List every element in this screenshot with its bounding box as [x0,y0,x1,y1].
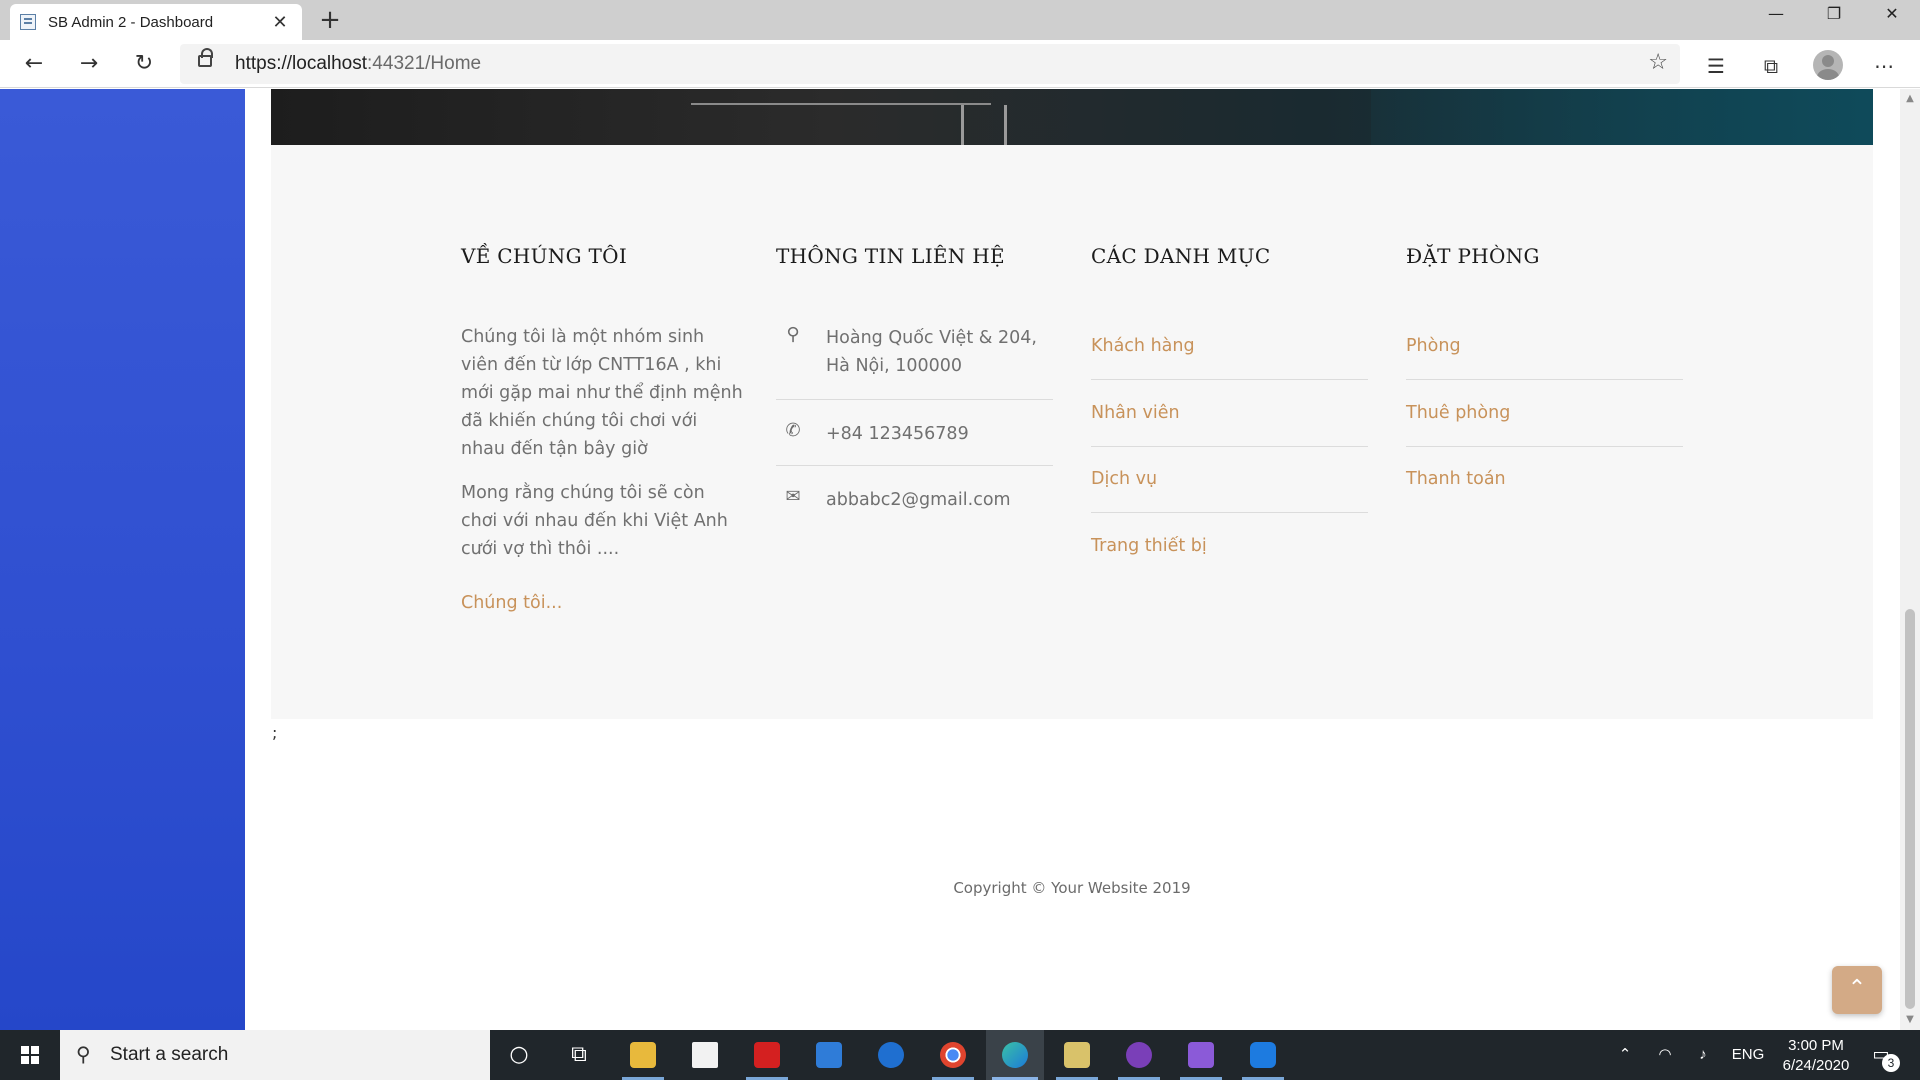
show-hidden-icons-chevron-icon[interactable]: ⌃ [1610,1030,1640,1080]
network-icon[interactable]: ◠ [1650,1030,1680,1080]
cortana-icon[interactable]: ○ [490,1030,548,1080]
booking-heading: ĐẶT PHÒNG [1406,244,1540,268]
map-marker-icon: ⚲ [786,324,800,345]
minimize-button[interactable]: — [1748,0,1804,30]
contact-phone: +84 123456789 [826,424,969,444]
more-menu-icon[interactable]: ⋯ [1866,48,1902,84]
about-paragraph-2: Mong rằng chúng tôi sẽ còn chơi với nhau… [461,483,728,559]
contact-email-row: ✉ abbabc2@gmail.com [776,466,1053,532]
contact-phone-row: ✆ +84 123456789 [776,400,1053,466]
category-item-nhan-vien[interactable]: Nhân viên [1091,381,1368,447]
browser-tab-strip: SB Admin 2 - Dashboard ✕ + — ❐ ✕ [0,0,1920,40]
taskbar-search-box[interactable]: ⚲ Start a search [60,1030,490,1080]
booking-item-thanh-toan[interactable]: Thanh toán [1406,447,1683,513]
browser-tab[interactable]: SB Admin 2 - Dashboard ✕ [10,4,302,40]
sidebar [0,89,245,1030]
notification-count-badge: 3 [1882,1054,1900,1072]
windows-taskbar: ⚲ Start a search ○ ⧉ ⌃ ◠ ♪ ENG 3:00 PM 6… [0,1030,1920,1080]
scroll-to-top-button[interactable]: ⌃ [1832,966,1882,1014]
booking-item-phong[interactable]: Phòng [1406,314,1683,380]
mail-icon[interactable] [800,1030,858,1080]
about-heading: VỀ CHÚNG TÔI [461,244,628,268]
about-more-link[interactable]: Chúng tôi... [461,593,562,613]
copyright-text: Copyright © Your Website 2019 [953,879,1191,897]
visual-studio-icon[interactable] [1172,1030,1230,1080]
page-favicon-icon [20,14,36,30]
forward-button[interactable]: → [71,46,107,82]
action-center-icon[interactable]: ▭ 3 [1866,1040,1900,1072]
page-viewport: VỀ CHÚNG TÔI Chúng tôi là một nhóm sinh … [0,89,1900,1030]
volume-icon[interactable]: ♪ [1688,1030,1718,1080]
category-item-trang-thiet-bi[interactable]: Trang thiết bị [1091,514,1368,580]
task-view-icon[interactable]: ⧉ [550,1030,608,1080]
hero-pool-decoration [1371,89,1873,145]
category-item-dich-vu[interactable]: Dịch vụ [1091,447,1368,513]
hero-railing-decoration [691,103,1007,145]
snipping-tool-icon[interactable] [1048,1030,1106,1080]
new-tab-button[interactable]: + [314,4,346,36]
maps-icon[interactable] [862,1030,920,1080]
refresh-button[interactable]: ↻ [126,46,162,82]
close-window-button[interactable]: ✕ [1864,0,1920,30]
categories-heading: CÁC DANH MỤC [1091,244,1271,268]
site-footer: VỀ CHÚNG TÔI Chúng tôi là một nhóm sinh … [271,145,1873,719]
windows-logo-icon [21,1046,39,1064]
scroll-down-arrow-icon[interactable]: ▼ [1900,1010,1920,1030]
taskbar-clock[interactable]: 3:00 PM 6/24/2020 [1766,1036,1866,1076]
edge-icon[interactable] [986,1030,1044,1080]
url-text[interactable]: https://localhost:44321/Home [235,53,481,75]
scrollbar-thumb[interactable] [1905,609,1915,1009]
collections-icon[interactable]: ⧉ [1753,48,1789,84]
github-desktop-icon[interactable] [1110,1030,1168,1080]
contact-heading: THÔNG TIN LIÊN HỆ [776,244,1005,268]
category-item-khach-hang[interactable]: Khách hàng [1091,314,1368,380]
booking-item-thue-phong[interactable]: Thuê phòng [1406,381,1683,447]
contact-address: Hoàng Quốc Việt & 204, Hà Nội, 100000 [826,328,1037,376]
chrome-icon[interactable] [924,1030,982,1080]
scroll-up-arrow-icon[interactable]: ▲ [1900,89,1920,109]
teamviewer-icon[interactable] [1234,1030,1292,1080]
about-paragraph-1: Chúng tôi là một nhóm sinh viên đến từ l… [461,327,743,459]
file-explorer-icon[interactable] [614,1030,672,1080]
envelope-icon: ✉ [785,486,801,507]
favorites-list-icon[interactable]: ☰ [1698,48,1734,84]
browser-toolbar: ← → ↻ https://localhost:44321/Home ☆ [0,40,1920,88]
stray-text: ; [272,723,278,742]
hero-image-bottom [271,89,1873,145]
search-icon: ⚲ [76,1042,91,1066]
microsoft-store-icon[interactable] [676,1030,734,1080]
back-button[interactable]: ← [16,46,52,82]
page-scrollbar[interactable]: ▲ ▼ [1900,89,1920,1030]
clock-time: 3:00 PM [1788,1037,1844,1054]
contact-address-row: ⚲ Hoàng Quốc Việt & 204, Hà Nội, 100000 [776,313,1053,400]
phone-icon: ✆ [785,420,801,441]
start-button[interactable] [0,1030,60,1080]
contact-email-link[interactable]: abbabc2@gmail.com [826,486,1011,514]
garena-icon[interactable] [738,1030,796,1080]
tab-close-icon[interactable]: ✕ [268,12,292,33]
language-indicator[interactable]: ENG [1726,1030,1770,1080]
taskbar-search-placeholder: Start a search [110,1044,229,1065]
tab-title: SB Admin 2 - Dashboard [48,13,214,31]
profile-avatar[interactable] [1813,50,1843,80]
address-bar[interactable]: https://localhost:44321/Home ☆ [180,44,1680,84]
favorite-star-icon[interactable]: ☆ [1648,50,1668,75]
restore-button[interactable]: ❐ [1806,0,1862,30]
lock-icon[interactable] [198,48,213,67]
clock-date: 6/24/2020 [1782,1057,1850,1074]
